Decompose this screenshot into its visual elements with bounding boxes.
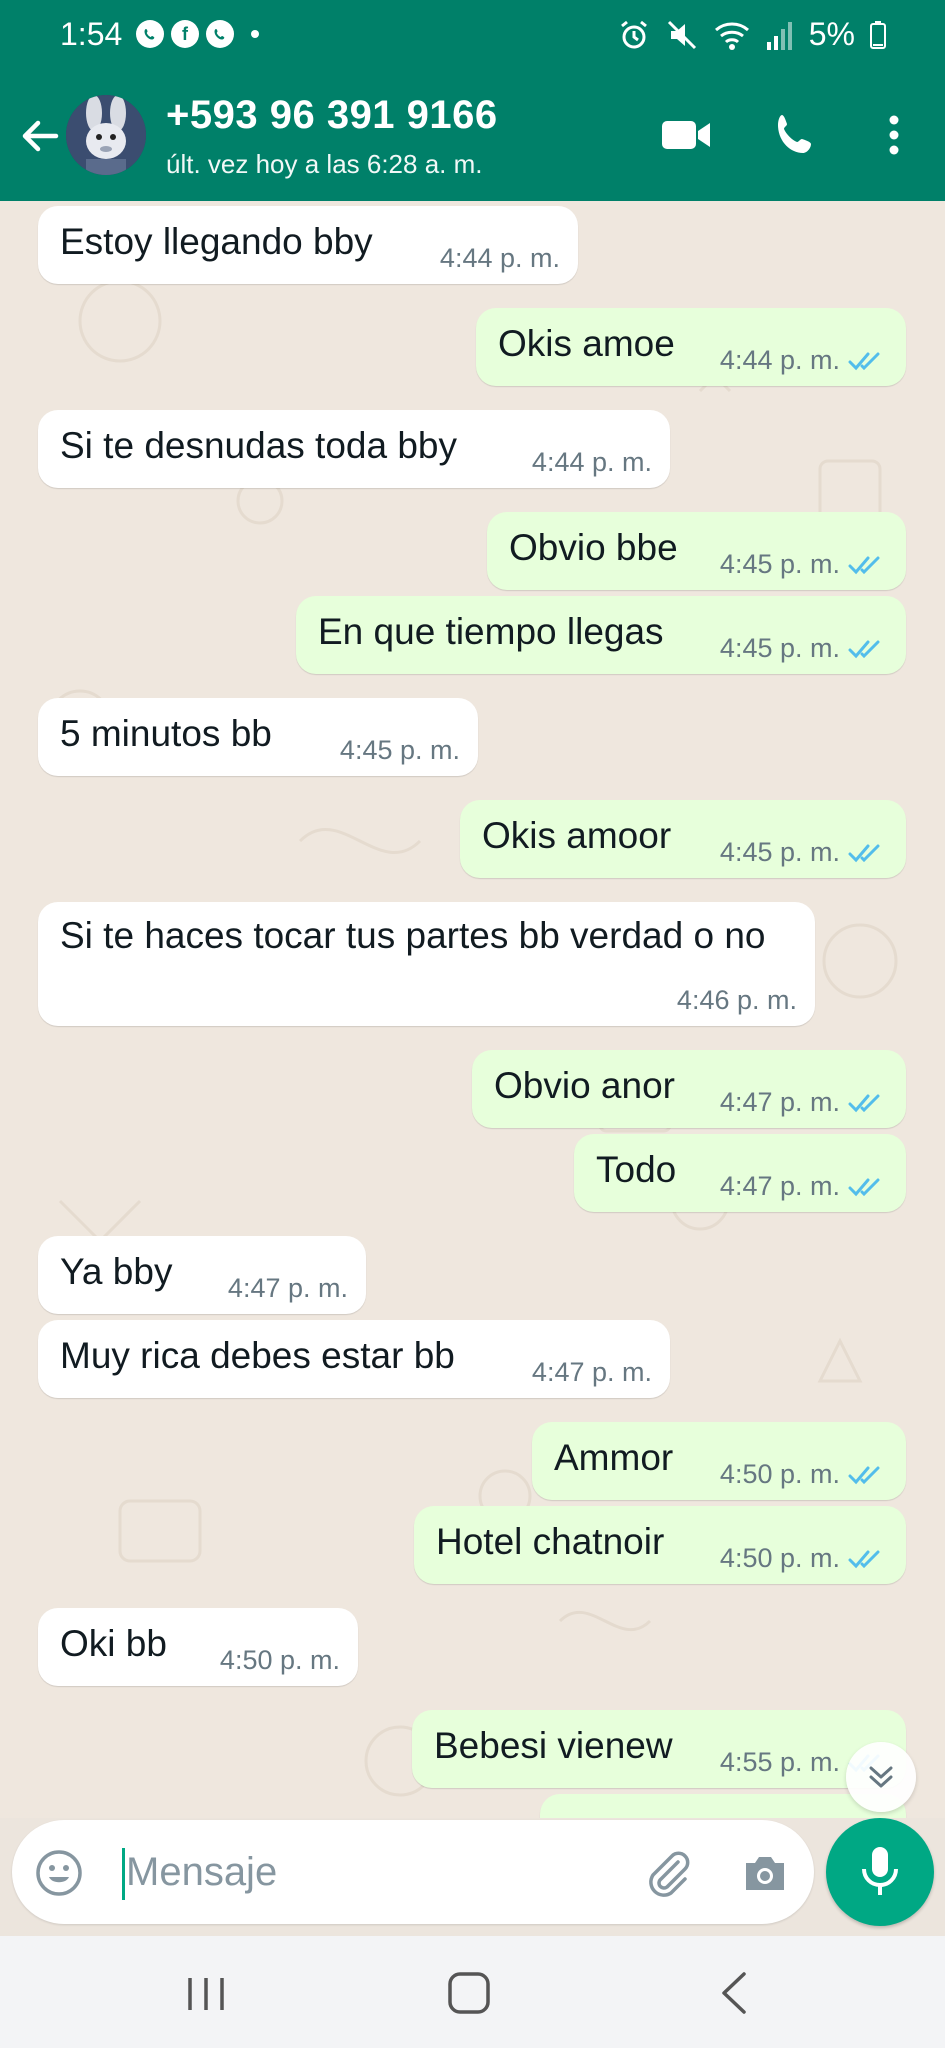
message-text: Obvio bbe xyxy=(509,527,678,568)
message-outgoing[interactable]: En que tiempo llegas 4:45 p. m. xyxy=(296,596,906,674)
message-outgoing[interactable]: Todo 4:47 p. m. xyxy=(574,1134,906,1212)
back-arrow-icon[interactable] xyxy=(14,111,64,161)
back-icon[interactable] xyxy=(716,1970,752,2016)
message-text: Okis amoor xyxy=(482,815,672,856)
home-icon[interactable] xyxy=(446,1970,492,2016)
message-text: Bebesi vienew xyxy=(434,1725,673,1766)
read-receipt-icon xyxy=(848,1550,880,1568)
emoji-icon[interactable] xyxy=(34,1848,84,1898)
system-indicators: 5% xyxy=(617,16,887,53)
message-incoming[interactable]: Oki bb 4:50 p. m. xyxy=(38,1608,358,1686)
read-receipt-icon xyxy=(848,352,880,370)
message-time: 4:45 p. m. xyxy=(719,837,840,867)
message-text: Obvio anor xyxy=(494,1065,675,1106)
message-incoming[interactable]: Si te desnudas toda bby 4:44 p. m. xyxy=(38,410,670,488)
message-outgoing[interactable]: Ammor 4:50 p. m. xyxy=(532,1422,906,1500)
message-time: 4:55 p. m. xyxy=(719,1747,840,1777)
whatsapp-icon xyxy=(136,20,164,48)
message-incoming[interactable]: 5 minutos bb 4:45 p. m. xyxy=(38,698,478,776)
mute-icon xyxy=(667,20,696,49)
message-text: 5 minutos bb xyxy=(60,713,272,754)
message-time: 4:44 p. m. xyxy=(439,243,560,273)
attach-icon[interactable] xyxy=(640,1846,694,1900)
message-text: En que tiempo llegas xyxy=(318,611,664,652)
video-call-icon[interactable] xyxy=(660,115,712,155)
more-notifications-dot xyxy=(251,30,259,38)
more-options-icon[interactable] xyxy=(878,111,910,159)
read-receipt-icon xyxy=(848,1094,880,1112)
voice-call-icon[interactable] xyxy=(772,111,820,159)
message-outgoing[interactable]: Okis amoe 4:44 p. m. xyxy=(476,308,906,386)
message-time: 4:50 p. m. xyxy=(719,1543,840,1573)
message-incoming[interactable]: Si te haces tocar tus partes bb verdad o… xyxy=(38,902,815,1026)
message-time: 4:47 p. m. xyxy=(719,1087,840,1117)
message-text: Oki bb xyxy=(60,1623,167,1664)
message-outgoing[interactable]: Obvio anor 4:47 p. m. xyxy=(472,1050,906,1128)
message-text: Muy rica debes estar bb xyxy=(60,1335,455,1376)
message-time: 4:47 p. m. xyxy=(719,1171,840,1201)
message-text: Ya bby xyxy=(60,1251,173,1292)
message-outgoing[interactable]: Bebesi vienew 4:55 p. m. xyxy=(412,1710,906,1788)
message-list[interactable]: Estoy llegando bby 4:44 p. m. Okis amoe … xyxy=(0,201,945,1818)
alarm-icon xyxy=(620,20,647,48)
message-incoming[interactable]: Muy rica debes estar bb 4:47 p. m. xyxy=(38,1320,670,1398)
camera-icon[interactable] xyxy=(740,1848,790,1898)
wifi-icon xyxy=(714,22,749,50)
message-time: 4:44 p. m. xyxy=(531,447,652,477)
status-bar: 1:54 f 5% xyxy=(0,0,945,75)
message-time: 4:44 p. m. xyxy=(719,345,840,375)
message-incoming[interactable]: Estoy llegando bby 4:44 p. m. xyxy=(38,206,578,284)
message-outgoing[interactable]: Hotel chatnoir 4:50 p. m. xyxy=(414,1506,906,1584)
microphone-icon xyxy=(862,1847,898,1895)
message-time: 4:47 p. m. xyxy=(227,1273,348,1303)
read-receipt-icon xyxy=(848,556,880,574)
message-text: Okis amoe xyxy=(498,323,675,364)
scroll-to-bottom-button[interactable] xyxy=(846,1742,916,1812)
message-text: Hotel chatnoir xyxy=(436,1521,665,1562)
message-outgoing-partial[interactable] xyxy=(540,1794,906,1818)
recent-apps-icon[interactable] xyxy=(184,1974,228,2014)
read-receipt-icon xyxy=(848,640,880,658)
message-time: 4:45 p. m. xyxy=(339,735,460,765)
message-text: Ammor xyxy=(554,1437,674,1478)
message-time: 4:47 p. m. xyxy=(531,1357,652,1387)
message-time: 4:46 p. m. xyxy=(676,985,797,1015)
message-composer xyxy=(12,1820,814,1924)
message-text: Si te haces tocar tus partes bb verdad o… xyxy=(60,915,766,956)
notification-icons: f xyxy=(136,20,259,48)
facebook-icon: f xyxy=(171,20,199,48)
message-input[interactable] xyxy=(126,1842,606,1902)
chat-header: +593 96 391 9166 últ. vez hoy a las 6:28… xyxy=(0,75,945,201)
double-chevron-down-icon xyxy=(869,1766,893,1788)
message-text: Si te desnudas toda bby xyxy=(60,425,458,466)
message-text: Estoy llegando bby xyxy=(60,221,373,262)
message-text: Todo xyxy=(596,1149,677,1190)
read-receipt-icon xyxy=(848,1178,880,1196)
last-seen: últ. vez hoy a las 6:28 a. m. xyxy=(166,149,483,179)
text-cursor xyxy=(122,1848,125,1900)
message-outgoing[interactable]: Okis amoor 4:45 p. m. xyxy=(460,800,906,878)
status-time: 1:54 xyxy=(60,16,123,52)
signal-icon xyxy=(766,21,792,50)
voice-message-button[interactable] xyxy=(826,1818,934,1926)
message-time: 4:45 p. m. xyxy=(719,549,840,579)
message-outgoing[interactable]: Obvio bbe 4:45 p. m. xyxy=(487,512,906,590)
battery-icon xyxy=(870,20,886,49)
system-navigation-bar xyxy=(0,1936,945,2048)
battery-level: 5% xyxy=(808,16,855,52)
contact-name[interactable]: +593 96 391 9166 xyxy=(166,93,498,138)
whatsapp-icon xyxy=(206,20,234,48)
message-time: 4:45 p. m. xyxy=(719,633,840,663)
message-time: 4:50 p. m. xyxy=(219,1645,340,1675)
read-receipt-icon xyxy=(848,1466,880,1484)
message-time: 4:50 p. m. xyxy=(719,1459,840,1489)
contact-avatar[interactable] xyxy=(66,95,146,175)
read-receipt-icon xyxy=(848,844,880,862)
message-incoming[interactable]: Ya bby 4:47 p. m. xyxy=(38,1236,366,1314)
